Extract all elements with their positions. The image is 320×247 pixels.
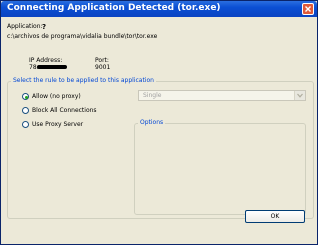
ip-address-label: IP Address: bbox=[29, 57, 63, 64]
radio-label: Allow (no proxy) bbox=[32, 93, 81, 100]
close-icon bbox=[305, 6, 311, 12]
options-groupbox bbox=[134, 123, 306, 215]
application-path: c:\archivos de programa\vidalia bundle\t… bbox=[7, 33, 158, 40]
close-button[interactable] bbox=[302, 3, 314, 15]
ok-button[interactable]: OK bbox=[245, 210, 305, 223]
application-label: Application: bbox=[7, 23, 43, 30]
port-label: Port: bbox=[95, 57, 109, 64]
dialog-window: Connecting Application Detected (tor.exe… bbox=[0, 0, 318, 245]
chevron-down-icon bbox=[297, 93, 303, 98]
port-value: 9001 bbox=[95, 64, 111, 71]
select-value: Single bbox=[143, 92, 162, 99]
window-title: Connecting Application Detected (tor.exe… bbox=[7, 3, 221, 13]
radio-button[interactable] bbox=[22, 121, 29, 128]
rule-group-legend: Select the rule to be applied to this ap… bbox=[11, 77, 156, 84]
options-group-legend: Options bbox=[138, 119, 166, 126]
proxy-type-select[interactable]: Single bbox=[138, 90, 306, 101]
radio-button[interactable] bbox=[22, 93, 29, 100]
question-icon: ? bbox=[42, 23, 47, 31]
radio-button[interactable] bbox=[22, 107, 29, 114]
radio-label: Use Proxy Server bbox=[32, 121, 84, 128]
ok-button-label: OK bbox=[270, 213, 280, 220]
radio-label: Block All Connections bbox=[32, 107, 97, 114]
title-bar[interactable]: Connecting Application Detected (tor.exe… bbox=[1, 1, 317, 17]
radio-selected-dot bbox=[25, 96, 28, 99]
redaction-bar bbox=[37, 65, 67, 69]
dropdown-arrow[interactable] bbox=[294, 91, 305, 100]
